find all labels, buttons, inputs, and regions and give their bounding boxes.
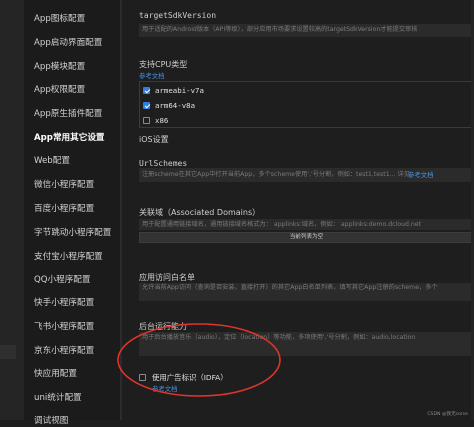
url-whitelist-input[interactable]: 允许当前App访问（查询是否安装，直接打开）的其它App白名单列表，填写其它Ap… — [139, 283, 474, 301]
associated-domains-list-button[interactable]: 当前列表为空 — [139, 232, 474, 243]
sidebar-item[interactable]: Web配置 — [34, 155, 70, 167]
sidebar-item[interactable]: 快手小程序配置 — [34, 297, 94, 309]
sidebar-item[interactable]: App启动界面配置 — [34, 37, 102, 49]
activity-rail — [0, 0, 24, 420]
cpu-arm64-label: arm64-v8a — [155, 101, 196, 110]
rail-highlight — [0, 345, 16, 359]
associated-domains-hint: 用于配置通用链接域名，通用链接域名格式为： applinks:域名，例如： ap… — [142, 221, 422, 228]
ios-section-header: iOS设置 — [139, 135, 169, 144]
associated-domains-label: 关联域（Associated Domains） — [139, 208, 261, 217]
sidebar-item[interactable]: App常用其它设置 — [34, 132, 105, 144]
cpu-armeabi-checkbox[interactable] — [143, 87, 150, 94]
sidebar-item[interactable]: 京东小程序配置 — [34, 345, 94, 357]
cpu-arm64-checkbox[interactable] — [143, 102, 150, 109]
associated-domains-input[interactable]: 用于配置通用链接域名，通用链接域名格式为： applinks:域名，例如： ap… — [139, 219, 474, 230]
sidebar-item[interactable]: uni统计配置 — [34, 392, 82, 404]
target-sdk-hint: 用于适配的Android版本（API等级），部分应用市场要求设置较高的targe… — [142, 26, 418, 33]
cpu-armeabi-label: armeabi-v7a — [155, 86, 204, 95]
annotation-ellipse — [117, 323, 281, 397]
cpu-type-label: 支持CPU类型 — [139, 60, 188, 69]
cpu-x86-checkbox[interactable] — [143, 117, 150, 124]
url-whitelist-hint: 允许当前App访问（查询是否安装，直接打开）的其它App白名单列表，填写其它Ap… — [142, 284, 438, 291]
sidebar-item[interactable]: App模块配置 — [34, 61, 85, 73]
sidebar-item[interactable]: 快应用配置 — [34, 368, 77, 380]
sidebar-item[interactable]: 百度小程序配置 — [34, 203, 94, 215]
settings-sidebar: App图标配置 App启动界面配置 App模块配置 App权限配置 App原生插件配置 A… — [24, 0, 120, 426]
target-sdk-input[interactable]: 用于适配的Android版本（API等级），部分应用市场要求设置较高的targe… — [139, 24, 474, 37]
sidebar-item[interactable]: App图标配置 — [34, 13, 85, 25]
sidebar-item[interactable]: QQ小程序配置 — [34, 274, 91, 286]
cpu-doc-link[interactable]: 参考文档 — [139, 72, 165, 80]
sidebar-item[interactable]: App权限配置 — [34, 84, 85, 96]
url-whitelist-label: 应用访问白名单 — [139, 273, 195, 282]
sidebar-item[interactable]: 飞书小程序配置 — [34, 321, 94, 333]
sidebar-item[interactable]: 微信小程序配置 — [34, 179, 94, 191]
url-schemes-doc-link[interactable]: 参考文档 — [408, 171, 434, 179]
cpu-x86-label: x86 — [155, 116, 169, 125]
sidebar-item[interactable]: 调试视图 — [34, 415, 68, 427]
watermark-text: CSDN @我无sorse — [427, 412, 468, 417]
sidebar-item[interactable]: App原生插件配置 — [34, 108, 102, 120]
sidebar-item[interactable]: 支付宝小程序配置 — [34, 251, 103, 263]
target-sdk-label: targetSdkVersion — [139, 11, 217, 20]
url-schemes-hint: 注册scheme在其它App中打开当前App，多个scheme使用','号分割，… — [142, 171, 410, 178]
sidebar-item[interactable]: 字节跳动小程序配置 — [34, 227, 111, 239]
cpu-options-box: armeabi-v7a arm64-v8a x86 — [139, 81, 474, 128]
